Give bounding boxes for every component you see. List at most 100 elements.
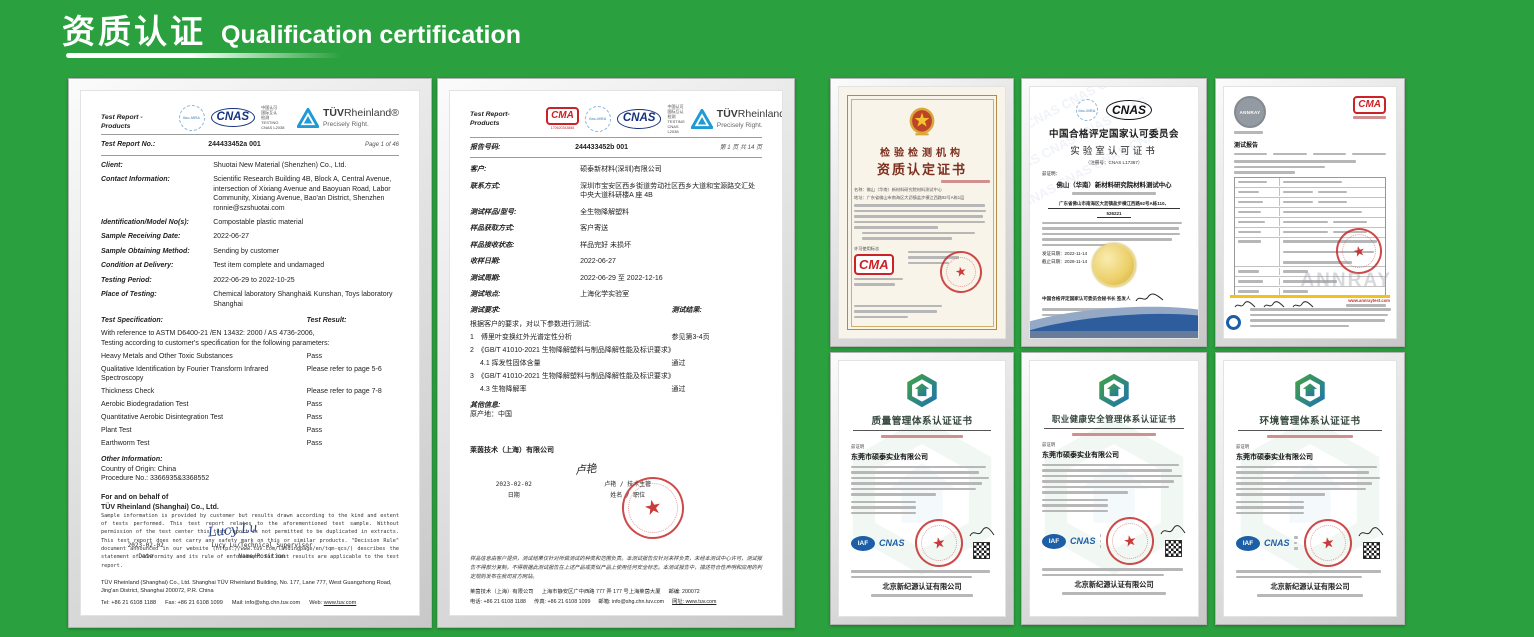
annray-watermark: ANNRAY bbox=[1224, 270, 1392, 292]
signature-and-qr bbox=[969, 527, 995, 559]
issuer-address-line bbox=[1042, 590, 1186, 597]
report-number-label: Test Report No.: bbox=[101, 140, 208, 149]
text-line bbox=[862, 232, 975, 235]
certificate-paper: 检验检测机构 资质认定证书 名称：佛山（华南）新材料研究院材料测试中心 地址：广… bbox=[838, 86, 1006, 339]
iaf-logo: IAF bbox=[1042, 534, 1066, 549]
ilac-mra-logo: ilac-MRA bbox=[1076, 99, 1098, 121]
text-line bbox=[1250, 319, 1385, 322]
company-address: 广东省佛山市南海区大沥镇盐步横江西路92号A栋110、 bbox=[1048, 201, 1180, 209]
other-info-heading: 其他信息: bbox=[470, 401, 762, 410]
page-note: Page 1 of 46 bbox=[365, 141, 399, 149]
text-line bbox=[854, 210, 986, 213]
star-icon: ★ bbox=[954, 263, 969, 281]
certificate-cnas-laboratory[interactable]: CNAS CNAS CNAS CNAS CNAS CNAS CNAS CNAS … bbox=[1021, 78, 1207, 347]
spec-intro: 根据客户的要求，对以下参数进行测试: bbox=[470, 320, 762, 329]
body-text-lines bbox=[854, 232, 990, 240]
signature-and-qr bbox=[1358, 527, 1384, 559]
text-line bbox=[1042, 227, 1179, 230]
field-row: 客户:硕泰新材料(深圳)有限公司 bbox=[470, 165, 762, 174]
field-row: Client:Shuotai New Material (Shenzhen) C… bbox=[101, 161, 399, 170]
other-info-line: 原产地：中国 bbox=[470, 410, 762, 419]
text-lines bbox=[854, 278, 908, 286]
cert-title: 环境管理体系认证证书 bbox=[1236, 413, 1384, 427]
certificate-cma-accreditation[interactable]: 检验检测机构 资质认定证书 名称：佛山（华南）新材料研究院材料测试中心 地址：广… bbox=[830, 78, 1014, 347]
tuv-triangle-icon bbox=[691, 109, 713, 129]
test-row: Quantitative Aerobic Disintegration Test… bbox=[101, 413, 399, 422]
qr-code bbox=[1165, 540, 1182, 557]
cma-number: 170620343888 bbox=[546, 126, 579, 131]
text-line bbox=[1042, 238, 1172, 241]
test-row-title: 3 《GB/T 41010-2021 生物降解塑料与制品降解性能及标识要求》 bbox=[470, 372, 762, 381]
field-row: Contact Information:Scientific Research … bbox=[101, 175, 399, 213]
test-row: Aerobic Biodegradation TestPass bbox=[101, 400, 399, 409]
divider bbox=[101, 134, 399, 135]
text-lines bbox=[1234, 131, 1266, 134]
certificate-annray-test-report[interactable]: ANNRAY CMA 测试报告 bbox=[1215, 78, 1405, 347]
section-title-chinese: 资质认证 bbox=[62, 5, 206, 53]
cma-logo-block: CMA 170620343888 bbox=[546, 107, 579, 131]
text-line bbox=[1236, 466, 1377, 469]
test-row-title: 2 《GB/T 41010-2021 生物降解塑料与制品降解性能及标识要求》 bbox=[470, 346, 762, 355]
certify-label: 兹证明： bbox=[1042, 171, 1186, 177]
red-official-stamp: ★ bbox=[910, 515, 967, 572]
document-footer: 样品信息由客户提供，测试结果仅针对所做测试的种类和范围负责。本测试报告仅针对来样… bbox=[470, 555, 762, 606]
spec-result-header: 测试要求:测试结果: bbox=[470, 306, 762, 315]
footer-text-lines bbox=[1250, 305, 1392, 330]
text-line bbox=[851, 471, 979, 474]
lab-seal-icon bbox=[1226, 315, 1241, 330]
star-icon: ★ bbox=[930, 533, 947, 553]
text-line bbox=[941, 180, 990, 183]
tuv-rheinland-logo: TÜVRheinland® Precisely Right. bbox=[691, 107, 783, 131]
company-postcode: 526221 bbox=[1097, 211, 1131, 218]
test-row: Thickness CheckPlease refer to page 7-8 bbox=[101, 387, 399, 396]
certificate-paper: ANNRAY CMA 测试报告 bbox=[1223, 86, 1397, 339]
divider bbox=[470, 157, 762, 158]
issuing-company: 莱茵技术（上海）有限公司 bbox=[470, 446, 762, 455]
tuv-triangle-icon bbox=[297, 108, 319, 128]
text-line bbox=[1294, 547, 1298, 550]
text-line bbox=[1236, 488, 1366, 491]
annray-website-link[interactable]: www.annraytest.com bbox=[1348, 298, 1390, 303]
cert-content: 职业健康安全管理体系认证证书 兹证明 东莞市硕泰实业有限公司 IAF CNAS … bbox=[1042, 371, 1186, 606]
title-underline bbox=[66, 53, 342, 58]
text-line bbox=[1042, 222, 1182, 225]
text-line bbox=[1236, 482, 1372, 485]
cert-number-line bbox=[1236, 434, 1384, 439]
mark-label: 许可使用标志 bbox=[854, 246, 908, 252]
doc-type-label: Test Report- Products bbox=[470, 110, 540, 128]
certificate-quality-management-system[interactable]: 质量管理体系认证证书 兹证明 东莞市硕泰实业有限公司 IAF CNAS ★ 北京… bbox=[830, 352, 1014, 625]
text-line bbox=[1236, 506, 1304, 509]
text-line bbox=[1236, 570, 1381, 573]
handwritten-signature: 卢艳 bbox=[574, 462, 596, 479]
logos-and-stamp-row: IAF CNAS ★ bbox=[851, 519, 993, 567]
tuv-website-link[interactable]: 网址: www.tuv.com bbox=[672, 599, 716, 606]
other-info-line: Country of Origin: China bbox=[101, 465, 399, 474]
accreditation-body-name: 中国合格评定国家认可委员会 bbox=[1042, 126, 1186, 140]
text-lines bbox=[1042, 189, 1186, 198]
cnas-logo: CNAS bbox=[211, 108, 256, 128]
text-line bbox=[1267, 435, 1353, 438]
text-line bbox=[1236, 493, 1325, 496]
certificate-tuv-test-report-english[interactable]: Test Report - Products ilac-MRA CNAS 中国认… bbox=[68, 78, 432, 628]
tuv-wordmark: TÜVRheinland® Precisely Right. bbox=[717, 107, 783, 131]
report-meta-row bbox=[1234, 151, 1386, 158]
footer-text-lines bbox=[851, 570, 993, 578]
certificate-tuv-test-report-chinese[interactable]: Test Report- Products CMA 170620343888 i… bbox=[437, 78, 795, 628]
footer-text-lines bbox=[1236, 570, 1384, 578]
text-line bbox=[1294, 536, 1298, 539]
star-icon: ★ bbox=[641, 493, 664, 523]
certify-label: 兹证明 bbox=[1042, 442, 1186, 448]
text-lines bbox=[1294, 533, 1298, 553]
certificate-occupational-health-safety[interactable]: 职业健康安全管理体系认证证书 兹证明 东莞市硕泰实业有限公司 IAF CNAS … bbox=[1021, 352, 1207, 625]
test-row: Plant TestPass bbox=[101, 426, 399, 435]
divider bbox=[1044, 428, 1184, 429]
cnas-logo: CNAS bbox=[1106, 100, 1152, 120]
certificate-environmental-management[interactable]: 环境管理体系认证证书 兹证明 东莞市硕泰实业有限公司 IAF CNAS ★ 北京… bbox=[1215, 352, 1405, 625]
star-icon: ★ bbox=[1320, 533, 1337, 553]
cnas-logo: CNAS bbox=[1264, 538, 1290, 548]
footer-contact-row: Tel: +86 21 6108 1188 Fax: +86 21 6108 1… bbox=[101, 599, 399, 607]
report-number-value: 244433452a 001 bbox=[208, 140, 261, 149]
tuv-website-link[interactable]: www.tuv.com bbox=[324, 600, 357, 606]
text-line bbox=[862, 237, 952, 240]
cert-logos-row: ilac-MRA CNAS bbox=[1042, 99, 1186, 121]
